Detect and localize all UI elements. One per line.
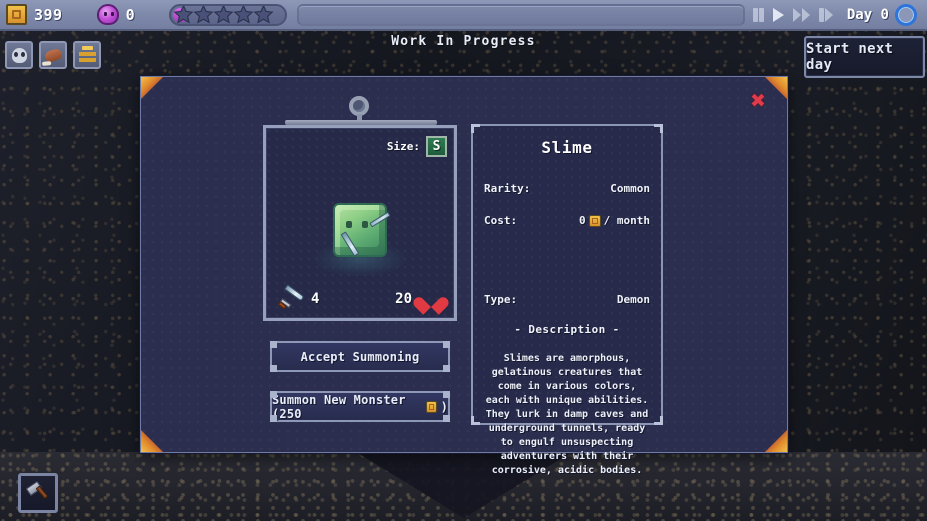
size-badge: S bbox=[426, 136, 447, 157]
cost-suffix: / month bbox=[603, 214, 650, 227]
gold-bars-icon bbox=[78, 45, 96, 62]
monster-info-panel: Slime Rarity: Common Cost: 0 / month Typ… bbox=[471, 124, 663, 476]
heart-icon bbox=[420, 289, 442, 309]
dialog-corner-ornament bbox=[765, 430, 787, 452]
panel-corner-ornament bbox=[471, 416, 480, 425]
type-row: Type: Demon bbox=[473, 293, 661, 306]
fast-forward-button[interactable] bbox=[792, 7, 810, 22]
gold-coin-icon bbox=[588, 214, 601, 227]
meat-icon bbox=[43, 47, 63, 63]
rarity-label: Rarity: bbox=[484, 182, 531, 195]
dungeon-rating-bar bbox=[169, 3, 288, 26]
type-label: Type: bbox=[484, 293, 518, 306]
star-icon bbox=[193, 5, 214, 24]
hammer-icon bbox=[25, 480, 50, 505]
summon-new-monster-button[interactable]: Summon New Monster (250 ) bbox=[270, 391, 450, 422]
monster-size: Size: S bbox=[387, 136, 447, 157]
sword-icon bbox=[277, 284, 305, 311]
day-counter: Day 0 bbox=[846, 3, 917, 26]
star-icon bbox=[233, 5, 254, 24]
play-button[interactable] bbox=[772, 7, 784, 22]
rarity-value: Common bbox=[610, 182, 650, 195]
start-next-day-label: Start next day bbox=[806, 41, 894, 73]
dialog-corner-ornament bbox=[141, 430, 163, 452]
top-resource-bar: 399 0 Day 0 bbox=[0, 0, 927, 31]
gold-coin-icon bbox=[6, 4, 27, 25]
dialog-corner-ornament bbox=[765, 77, 787, 99]
attack-value: 4 bbox=[311, 291, 320, 307]
star-icon bbox=[173, 5, 194, 24]
description-header: - Description - bbox=[514, 323, 620, 336]
slime-sprite bbox=[329, 201, 391, 267]
summoning-dialog: ✖ bbox=[140, 76, 788, 453]
time-controls bbox=[752, 7, 833, 22]
game-screen: 399 0 Day 0 Work In Progress Start next … bbox=[0, 0, 927, 521]
rarity-row: Rarity: Common bbox=[473, 182, 661, 195]
cost-row: Cost: 0 / month bbox=[473, 214, 661, 227]
day-cycle-ring-icon bbox=[895, 3, 917, 26]
souls-amount: 0 bbox=[125, 5, 136, 24]
day-progress-bar bbox=[297, 3, 745, 26]
panel-corner-ornament bbox=[471, 124, 480, 133]
accept-summoning-label: Accept Summoning bbox=[300, 349, 420, 364]
close-icon[interactable]: ✖ bbox=[749, 91, 767, 110]
very-fast-forward-button[interactable] bbox=[818, 7, 833, 22]
dialog-corner-ornament bbox=[141, 77, 163, 99]
skull-icon bbox=[11, 47, 27, 63]
cost-value: 0 bbox=[579, 214, 586, 227]
monster-sprite-stage bbox=[266, 180, 454, 288]
card-hook-icon bbox=[349, 96, 371, 126]
cost-label: Cost: bbox=[484, 214, 518, 227]
monster-preview-card: Size: S 4 20 bbox=[263, 125, 457, 321]
health-stat: 20 bbox=[395, 289, 442, 309]
gold-resource: 399 bbox=[6, 4, 63, 25]
page-title: Work In Progress bbox=[391, 34, 536, 49]
start-next-day-button[interactable]: Start next day bbox=[804, 36, 925, 78]
build-tool-button[interactable] bbox=[18, 473, 58, 513]
type-value: Demon bbox=[616, 293, 650, 306]
description-text: Slimes are amorphous, gelatinous creatur… bbox=[485, 353, 649, 476]
day-label: Day 0 bbox=[846, 6, 889, 23]
monster-stats: 4 20 bbox=[266, 284, 454, 311]
soul-orb-icon bbox=[96, 4, 119, 25]
attack-stat: 4 bbox=[277, 284, 320, 311]
accept-summoning-button[interactable]: Accept Summoning bbox=[270, 341, 450, 372]
monster-name: Slime bbox=[541, 138, 593, 157]
panel-corner-ornament bbox=[654, 416, 663, 425]
size-label: Size: bbox=[386, 140, 420, 153]
star-icon bbox=[253, 5, 274, 24]
souls-resource: 0 bbox=[96, 4, 136, 25]
gold-coin-icon bbox=[425, 400, 437, 413]
pause-button[interactable] bbox=[752, 7, 764, 22]
health-value: 20 bbox=[395, 291, 412, 307]
panel-corner-ornament bbox=[654, 124, 663, 133]
summon-new-monster-label: Summon New Monster (250 ) bbox=[272, 392, 448, 421]
star-icon bbox=[213, 5, 234, 24]
gold-amount: 399 bbox=[34, 5, 63, 24]
